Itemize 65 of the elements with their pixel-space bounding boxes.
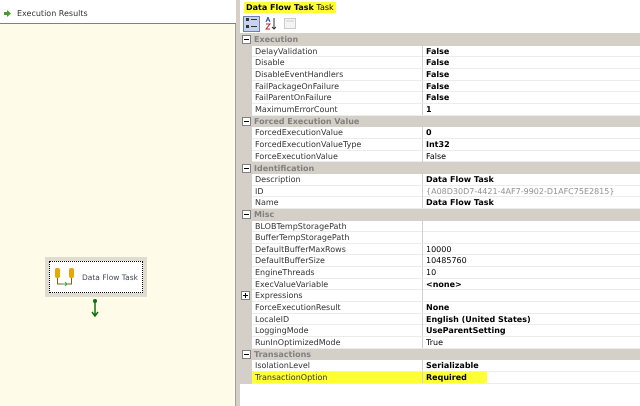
property-value[interactable]: Data Flow Task <box>423 174 514 185</box>
data-flow-icon <box>54 267 76 287</box>
property-value[interactable]: True <box>423 337 463 348</box>
property-name[interactable]: Expressions <box>252 290 423 302</box>
category-name: Misc <box>254 210 274 220</box>
property-value[interactable]: 0 <box>423 127 452 138</box>
property-name[interactable]: ExecValueVariable <box>252 278 423 290</box>
property-name[interactable]: RunInOptimizedMode <box>252 337 423 348</box>
category-name: Forced Execution Value <box>254 116 360 126</box>
category-name: Execution <box>254 35 298 44</box>
property-value[interactable]: False <box>423 46 470 57</box>
property-value[interactable]: English (United States) <box>423 314 551 325</box>
property-name[interactable]: ForcedExecutionValueType <box>252 138 423 150</box>
property-name[interactable]: TransactionOption <box>252 372 423 384</box>
property-name[interactable]: Name <box>252 197 423 208</box>
execution-results-tab[interactable]: Execution Results <box>17 8 88 18</box>
property-name[interactable]: MaximumErrorCount <box>252 104 423 115</box>
property-name[interactable]: DefaultBufferMaxRows <box>252 244 423 255</box>
expand-toggle[interactable] <box>241 291 250 300</box>
collapse-toggle[interactable] <box>242 35 251 44</box>
property-name[interactable]: Description <box>252 174 423 185</box>
collapse-toggle[interactable] <box>242 210 251 220</box>
property-value[interactable]: False <box>423 68 470 80</box>
property-value[interactable]: False <box>423 80 470 92</box>
property-name[interactable]: EngineThreads <box>252 267 423 278</box>
property-value[interactable]: UseParentSetting <box>423 325 526 336</box>
property-name[interactable]: FailParentOnFailure <box>252 92 423 104</box>
property-name[interactable]: FailPackageOnFailure <box>252 80 423 92</box>
property-value[interactable]: Data Flow Task <box>423 197 514 208</box>
connector-arrow <box>91 298 99 318</box>
sort-az-icon <box>264 17 276 30</box>
property-value[interactable]: Int32 <box>423 138 470 150</box>
property-value[interactable]: False <box>423 92 470 104</box>
property-name[interactable]: DelayValidation <box>252 46 423 57</box>
arrow-icon <box>4 10 11 16</box>
property-value[interactable]: Required <box>423 372 487 384</box>
property-value[interactable]: Serializable <box>423 360 499 372</box>
property-value[interactable]: None <box>423 302 470 314</box>
property-name[interactable]: LoggingMode <box>252 325 423 336</box>
property-pages-icon <box>284 18 296 29</box>
property-value[interactable]: 10485760 <box>423 255 487 266</box>
property-name[interactable]: ForceExecutionResult <box>252 302 423 314</box>
category-name: Transactions <box>254 350 312 360</box>
property-name[interactable]: DefaultBufferSize <box>252 255 423 266</box>
categorized-button[interactable] <box>243 16 260 32</box>
categorized-icon <box>246 18 257 29</box>
collapse-toggle[interactable] <box>242 164 251 173</box>
collapse-toggle[interactable] <box>242 116 251 126</box>
property-name[interactable]: ForcedExecutionValue <box>252 127 423 138</box>
collapse-toggle[interactable] <box>242 350 251 360</box>
property-value[interactable]: <none> <box>423 278 482 290</box>
property-value[interactable]: False <box>423 57 470 68</box>
property-name[interactable]: IsolationLevel <box>252 360 423 372</box>
property-name[interactable]: Disable <box>252 57 423 68</box>
property-value[interactable]: 10000 <box>423 244 472 255</box>
property-name[interactable]: BLOBTempStoragePath <box>252 220 423 232</box>
alphabetical-button[interactable] <box>262 16 279 32</box>
property-value[interactable]: 10 <box>423 267 456 278</box>
object-title: Data Flow Task Task <box>244 2 336 12</box>
category-name: Identification <box>254 164 314 173</box>
property-value[interactable]: False <box>423 150 466 162</box>
property-name[interactable]: DisableEventHandlers <box>252 68 423 80</box>
property-name[interactable]: LocaleID <box>252 314 423 325</box>
property-value[interactable]: 1 <box>423 104 452 115</box>
property-name[interactable]: BufferTempStoragePath <box>252 232 423 244</box>
